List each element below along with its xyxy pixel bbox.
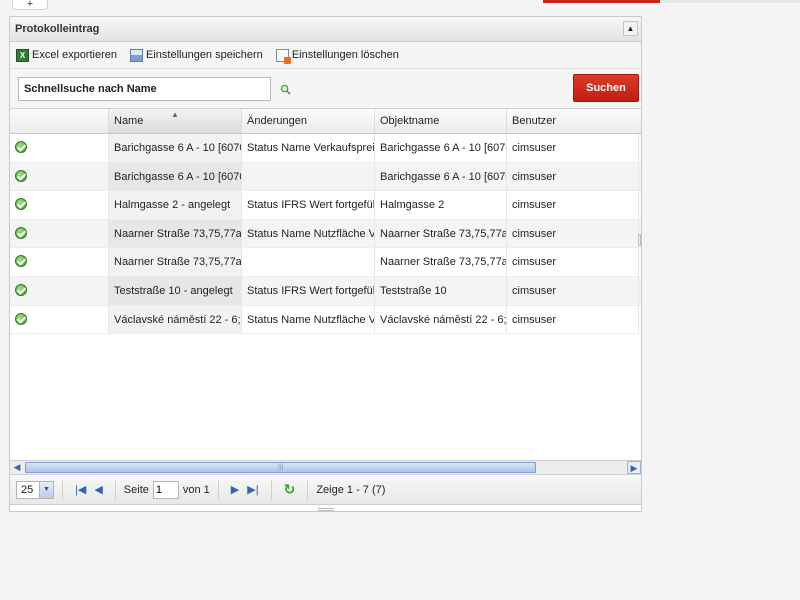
check-ok-icon	[15, 169, 27, 182]
pager-divider	[62, 479, 63, 500]
cell-name: Naarner Straße 73,75,77a-77i - (	[109, 219, 242, 248]
column-header-changes[interactable]: Änderungen	[242, 109, 375, 133]
delete-settings-icon	[275, 48, 291, 64]
table-row[interactable]: Halmgasse 2 - angelegt Status IFRS Wert …	[10, 191, 641, 220]
search-row: Suchen	[10, 69, 641, 109]
cell-object: Naarner Straße 73,75,77a-77i - (	[375, 219, 507, 248]
table-row[interactable]: Václavské náměstí 22 - 6; 11000 Status N…	[10, 305, 641, 335]
table-row[interactable]: Barichgasse 6 A - 10 [607096]; 1 Status …	[10, 134, 641, 163]
check-ok-icon	[15, 198, 27, 211]
column-header-status[interactable]	[10, 109, 109, 133]
check-ok-icon	[15, 284, 27, 297]
excel-icon: X	[16, 48, 29, 62]
cell-user: cimsuser	[507, 305, 639, 334]
sort-indicator-icon: ▲	[171, 110, 179, 119]
cell-object: Barichgasse 6 A - 10 [607096]; 1	[375, 134, 507, 162]
scroll-grip-icon: |||	[278, 464, 284, 471]
cell-changes	[242, 162, 375, 191]
pager-divider	[307, 479, 309, 500]
cell-name: Barichgasse 6 A - 10 [607096]; 1	[109, 162, 242, 191]
cell-changes: Status IFRS Wert fortgeführte Ar	[242, 276, 375, 305]
cell-changes	[242, 248, 375, 276]
horizontal-scrollbar[interactable]: ◀ ||| ▶	[10, 460, 641, 475]
cell-name: Teststraße 10 - angelegt	[109, 276, 242, 305]
cell-object: Barichgasse 6 A - 10 [607096]; 1	[375, 162, 507, 191]
cell-user: cimsuser	[507, 191, 639, 219]
cell-user: cimsuser	[507, 219, 639, 248]
search-button[interactable]: Suchen	[573, 74, 639, 102]
last-page-icon[interactable]: ▶|	[247, 483, 258, 497]
column-header-object[interactable]: Objektname	[375, 109, 507, 133]
cell-changes: Status Name Nutzfläche Verkauf	[242, 219, 375, 248]
toolbar: X Excel exportieren Einstellungen speich…	[10, 42, 641, 69]
excel-export-label: Excel exportieren	[32, 49, 117, 61]
column-header-user[interactable]: Benutzer	[507, 109, 639, 133]
page-label: Seite	[123, 483, 149, 496]
top-divider	[660, 0, 800, 3]
cell-user: cimsuser	[507, 134, 639, 162]
column-header-name[interactable]: ▲ Name	[109, 109, 242, 133]
grid-body: Barichgasse 6 A - 10 [607096]; 1 Status …	[10, 134, 641, 460]
scroll-left-icon[interactable]: ◀	[10, 461, 24, 474]
excel-export-button[interactable]: X Excel exportieren	[16, 48, 117, 62]
cell-user: cimsuser	[507, 162, 639, 191]
table-row[interactable]: Naarner Straße 73,75,77a-77i - ( Status …	[10, 219, 641, 249]
collapse-icon[interactable]: ▲	[623, 21, 638, 36]
column-header-name-label: Name	[114, 115, 144, 127]
search-icon[interactable]	[280, 84, 291, 95]
pagination-bar: 25 ▼ |◀ ◀ Seite von 1 ▶ ▶| ↻ Zeige 1 - 7…	[10, 475, 641, 505]
cell-name: Naarner Straße 73,75,77a-77i - (	[109, 248, 242, 276]
quick-search-input[interactable]	[18, 77, 271, 101]
delete-settings-button[interactable]: Einstellungen löschen	[275, 48, 399, 64]
panel-header: Protokolleintrag ▲	[10, 17, 641, 42]
check-ok-icon	[15, 255, 27, 268]
accent-bar	[543, 0, 660, 3]
refresh-icon[interactable]: ↻	[284, 481, 296, 498]
cell-user: cimsuser	[507, 248, 639, 276]
cell-object: Václavské náměstí 22 - 6; 11000	[375, 305, 507, 334]
cell-object: Teststraße 10	[375, 276, 507, 305]
save-settings-icon	[130, 48, 143, 62]
pager-divider	[217, 479, 219, 500]
cell-name: Halmgasse 2 - angelegt	[109, 191, 242, 219]
page-count-label: von 1	[182, 483, 210, 496]
vertical-scroll-grip[interactable]	[638, 234, 641, 246]
delete-settings-label: Einstellungen löschen	[291, 49, 399, 61]
next-page-icon[interactable]: ▶	[231, 483, 239, 497]
page-number-input[interactable]	[152, 480, 179, 499]
panel-resize-handle[interactable]	[318, 508, 334, 511]
cell-user: cimsuser	[507, 276, 639, 305]
cell-object: Halmgasse 2	[375, 191, 507, 219]
pager-divider	[114, 479, 116, 500]
first-page-icon[interactable]: |◀	[75, 483, 86, 497]
page-size-select[interactable]: 25 ▼	[16, 480, 54, 499]
save-settings-label: Einstellungen speichern	[146, 49, 263, 61]
check-ok-icon	[15, 226, 27, 239]
cell-name: Václavské náměstí 22 - 6; 11000	[109, 305, 242, 334]
cell-changes: Status Name Verkaufspreis IAS	[242, 134, 375, 162]
table-row[interactable]: Barichgasse 6 A - 10 [607096]; 1 Barichg…	[10, 162, 641, 192]
page-size-value: 25	[21, 483, 34, 496]
add-tab-button[interactable]: +	[12, 0, 48, 10]
log-entry-panel: Protokolleintrag ▲ X Excel exportieren E…	[9, 16, 642, 512]
save-settings-button[interactable]: Einstellungen speichern	[130, 48, 263, 62]
panel-title: Protokolleintrag	[15, 23, 100, 35]
cell-changes: Status Name Nutzfläche Verkauf	[242, 305, 375, 334]
check-ok-icon	[15, 141, 27, 154]
cell-name: Barichgasse 6 A - 10 [607096]; 1	[109, 134, 242, 162]
chevron-down-icon[interactable]: ▼	[39, 481, 53, 498]
cell-object: Naarner Straße 73,75,77a-77i - (	[375, 248, 507, 276]
cell-changes: Status IFRS Wert fortgeführte Ar	[242, 191, 375, 219]
previous-page-icon[interactable]: ◀	[94, 483, 102, 497]
horizontal-scroll-thumb[interactable]: |||	[25, 462, 536, 473]
table-row[interactable]: Naarner Straße 73,75,77a-77i - ( Naarner…	[10, 248, 641, 277]
paging-summary: Zeige 1 - 7 (7)	[316, 483, 386, 496]
pager-divider	[270, 479, 272, 500]
grid-header: ▲ Name Änderungen Objektname Benutzer	[10, 109, 641, 134]
check-ok-icon	[15, 312, 27, 325]
scroll-right-icon[interactable]: ▶	[627, 461, 641, 474]
table-row[interactable]: Teststraße 10 - angelegt Status IFRS Wer…	[10, 276, 641, 306]
